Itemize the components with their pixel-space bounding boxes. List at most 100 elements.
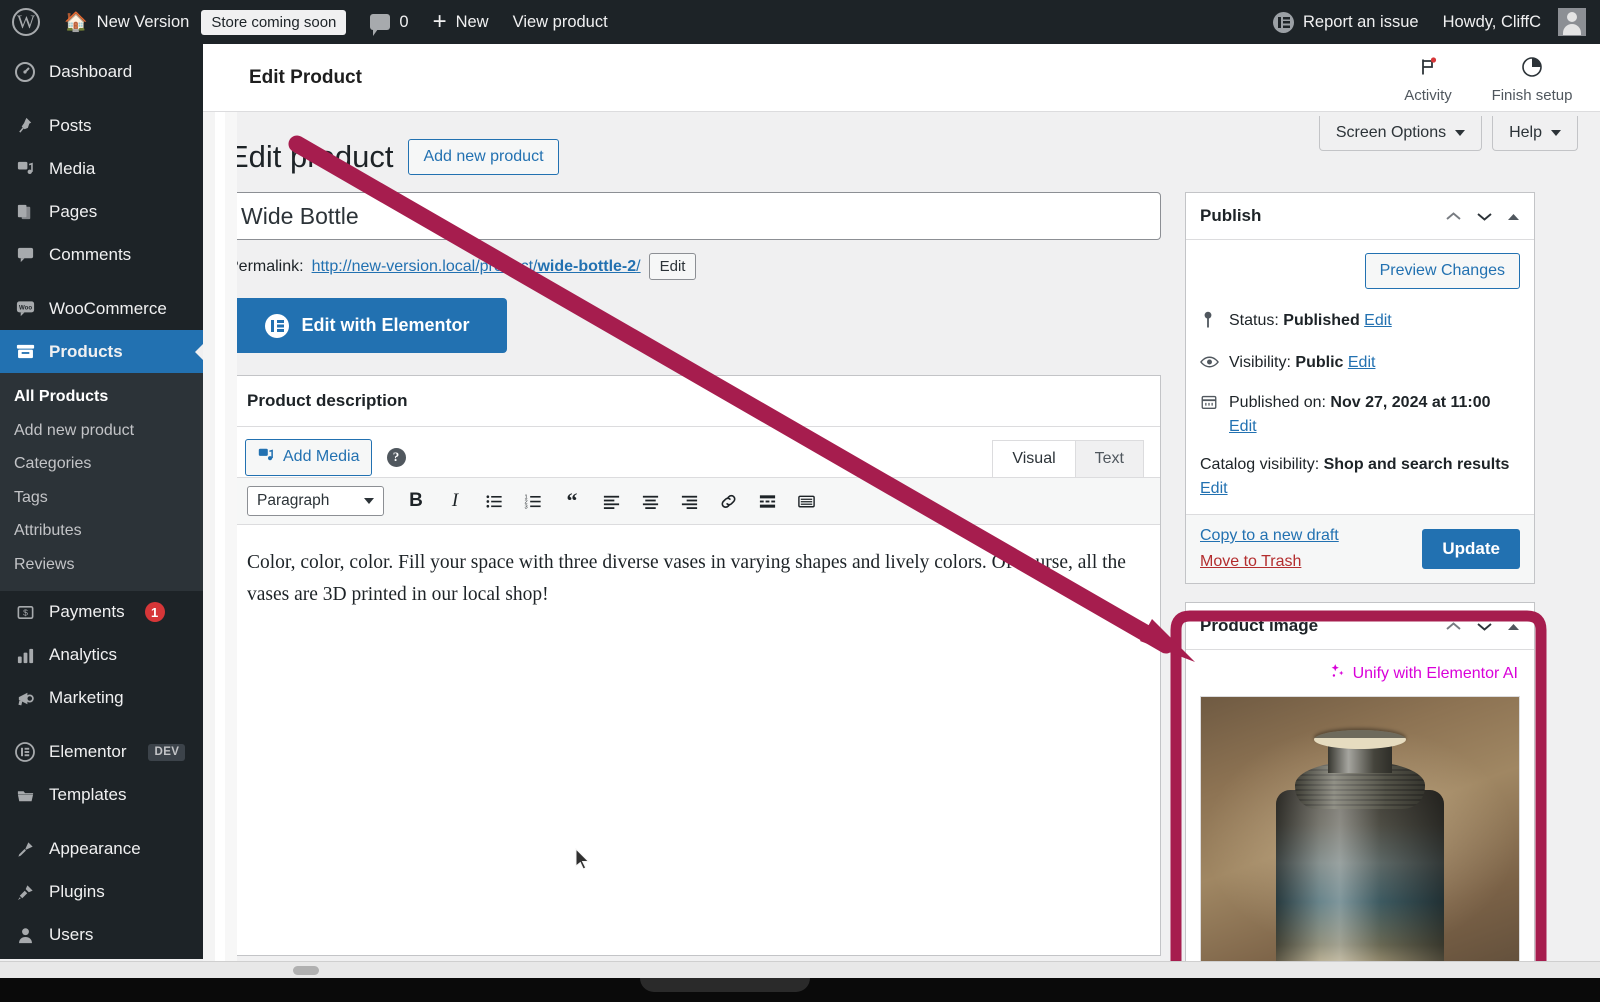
sidebar-item-label: Appearance: [49, 839, 141, 859]
status-edit-link[interactable]: Edit: [1364, 312, 1392, 329]
paragraph-format-select[interactable]: Paragraph: [247, 486, 384, 516]
sidebar-item-add-new-product[interactable]: Add new product: [0, 414, 203, 448]
sidebar-item-media[interactable]: Media: [0, 147, 203, 190]
italic-icon[interactable]: I: [440, 486, 470, 516]
read-more-icon[interactable]: [752, 486, 782, 516]
primary-column: Wide Bottle Permalink: http://new-versio…: [228, 192, 1161, 956]
visibility-value: Public: [1295, 354, 1344, 371]
sidebar-item-comments[interactable]: Comments: [0, 233, 203, 276]
catalog-visibility-edit-link[interactable]: Edit: [1200, 480, 1228, 497]
sidebar-item-elementor[interactable]: Elementor DEV: [0, 731, 203, 774]
move-to-trash-link[interactable]: Move to Trash: [1200, 553, 1339, 571]
add-new-product-button[interactable]: Add new product: [408, 138, 559, 175]
activity-button[interactable]: Activity: [1376, 52, 1480, 104]
permalink-trailing: /: [636, 257, 641, 275]
chevron-up-icon[interactable]: [1445, 208, 1462, 225]
sidebar-item-tags[interactable]: Tags: [0, 481, 203, 515]
update-button[interactable]: Update: [1422, 529, 1520, 569]
sidebar-item-dashboard[interactable]: Dashboard: [0, 50, 203, 93]
flag-icon: [1417, 56, 1439, 82]
help-toggle[interactable]: Help: [1492, 116, 1578, 151]
site-name-menu[interactable]: 🏠 New Version: [52, 0, 201, 44]
svg-text:3: 3: [524, 504, 527, 510]
help-icon[interactable]: ?: [386, 447, 406, 467]
sidebar-item-label: Users: [49, 925, 94, 945]
toggle-icon[interactable]: [1507, 618, 1520, 635]
chevron-up-icon[interactable]: [1445, 618, 1462, 635]
blockquote-icon[interactable]: “: [557, 486, 587, 516]
view-product-link[interactable]: View product: [501, 0, 620, 44]
sidebar-item-posts[interactable]: Posts: [0, 104, 203, 147]
eye-icon: [1200, 351, 1220, 377]
sidebar-item-attributes[interactable]: Attributes: [0, 514, 203, 548]
tab-text[interactable]: Text: [1074, 440, 1144, 477]
horizontal-scrollbar[interactable]: [0, 961, 1600, 978]
permalink-url[interactable]: http://new-version.local/product/wide-bo…: [312, 258, 641, 276]
sidebar-item-marketing[interactable]: Marketing: [0, 677, 203, 720]
store-coming-soon-badge[interactable]: Store coming soon: [201, 0, 358, 44]
comments-menu[interactable]: 0: [358, 0, 420, 44]
bold-icon[interactable]: B: [401, 486, 431, 516]
edit-permalink-button[interactable]: Edit: [648, 253, 697, 280]
sidebar-item-templates[interactable]: Templates: [0, 774, 203, 817]
align-left-icon[interactable]: [596, 486, 626, 516]
wordpress-logo-icon: [12, 8, 40, 36]
sidebar-item-label: Media: [49, 158, 96, 178]
sidebar-item-payments[interactable]: $ Payments 1: [0, 591, 203, 634]
sidebar-item-analytics[interactable]: Analytics: [0, 634, 203, 677]
sidebar-item-products[interactable]: Products: [0, 330, 203, 373]
bulleted-list-icon[interactable]: [479, 486, 509, 516]
published-on-label: Published on:: [1229, 394, 1326, 411]
sidebar-item-pages[interactable]: Pages: [0, 190, 203, 233]
sidebar-item-categories[interactable]: Categories: [0, 447, 203, 481]
edit-with-elementor-button[interactable]: Edit with Elementor: [228, 298, 507, 353]
visibility-row: Visibility: Public Edit: [1200, 351, 1520, 377]
publish-panel-controls: [1445, 208, 1520, 225]
sidebar-item-label: Products: [49, 341, 123, 361]
toggle-icon[interactable]: [1507, 208, 1520, 225]
published-on-edit-link[interactable]: Edit: [1229, 418, 1257, 435]
sidebar-item-users[interactable]: Users: [0, 914, 203, 957]
sidebar-item-appearance[interactable]: Appearance: [0, 828, 203, 871]
wp-admin-bar: 🏠 New Version Store coming soon 0 + New …: [0, 0, 1600, 44]
wp-logo-menu[interactable]: [0, 0, 52, 44]
product-featured-image[interactable]: [1200, 696, 1520, 996]
chevron-down-icon[interactable]: [1476, 208, 1493, 225]
description-editor-body[interactable]: Color, color, color. Fill your space wit…: [229, 525, 1160, 955]
finish-setup-label: Finish setup: [1491, 86, 1573, 104]
media-icon: [14, 158, 36, 180]
link-icon[interactable]: [713, 486, 743, 516]
publish-actions-top: Preview Changes: [1200, 253, 1520, 295]
copy-to-new-draft-link[interactable]: Copy to a new draft: [1200, 527, 1339, 545]
sidebar-item-woocommerce[interactable]: Woo WooCommerce: [0, 287, 203, 330]
finish-setup-button[interactable]: Finish setup: [1480, 52, 1584, 104]
product-title-input[interactable]: Wide Bottle: [228, 192, 1161, 240]
unify-with-elementor-ai-link[interactable]: Unify with Elementor AI: [1200, 658, 1520, 696]
preview-changes-button[interactable]: Preview Changes: [1364, 253, 1520, 289]
sidebar-item-all-products[interactable]: All Products: [0, 380, 203, 414]
publish-panel-body: Preview Changes Status: Published Edit V…: [1186, 240, 1534, 514]
tab-visual[interactable]: Visual: [992, 440, 1076, 477]
scrollbar-thumb[interactable]: [293, 966, 319, 975]
editor-mode-tabs: Visual Text: [992, 440, 1144, 477]
new-content-menu[interactable]: + New: [421, 0, 501, 44]
visibility-edit-link[interactable]: Edit: [1348, 354, 1376, 371]
numbered-list-icon[interactable]: 123: [518, 486, 548, 516]
toolbar-toggle-icon[interactable]: [791, 486, 821, 516]
comments-count: 0: [399, 12, 409, 31]
status-text: Status: Published Edit: [1229, 309, 1392, 333]
report-issue-menu[interactable]: Report an issue: [1261, 0, 1431, 44]
chevron-down-icon[interactable]: [1476, 618, 1493, 635]
woocommerce-icon: Woo: [14, 298, 36, 320]
catalog-visibility-text: Catalog visibility: Shop and search resu…: [1200, 453, 1520, 501]
align-center-icon[interactable]: [635, 486, 665, 516]
screen-options-toggle[interactable]: Screen Options: [1318, 116, 1483, 151]
account-menu[interactable]: Howdy, CliffC: [1431, 0, 1600, 44]
add-media-button[interactable]: Add Media: [245, 438, 372, 476]
menu-separator: [0, 720, 203, 731]
site-name-label: New Version: [96, 12, 190, 31]
align-right-icon[interactable]: [674, 486, 704, 516]
sidebar-item-plugins[interactable]: Plugins: [0, 871, 203, 914]
sidebar-item-reviews[interactable]: Reviews: [0, 548, 203, 582]
help-label: Help: [1509, 124, 1542, 141]
